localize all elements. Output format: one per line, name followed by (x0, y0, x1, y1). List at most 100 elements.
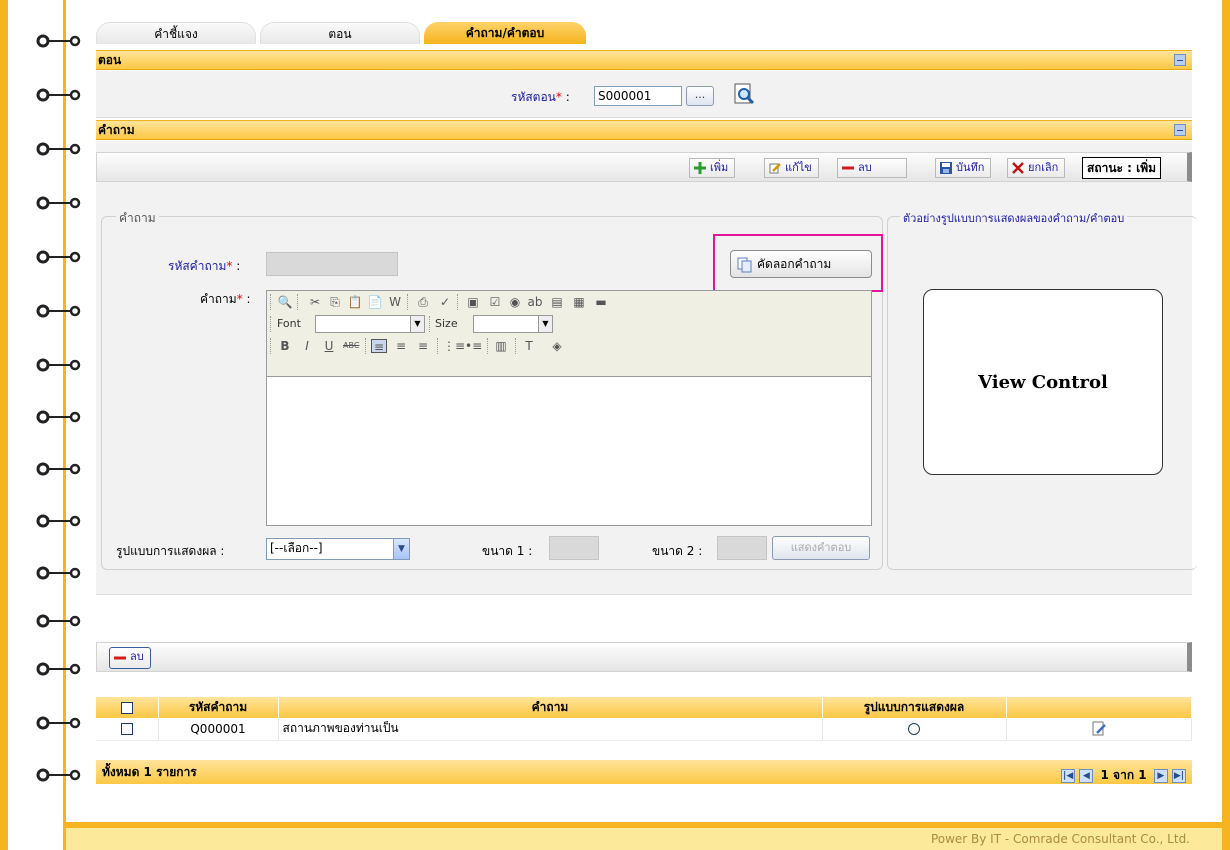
plus-icon (694, 162, 706, 174)
question-table: รหัสคำถาม คำถาม รูปแบบการแสดงผล Q000001 … (96, 697, 1192, 741)
binder-ring-icon (36, 250, 82, 264)
select-all-checkbox[interactable] (120, 702, 133, 714)
toolbar-separator (297, 294, 299, 310)
font-label: Font (277, 317, 301, 330)
form-icon[interactable]: ▣ (465, 295, 481, 309)
page-indicator: 1 จาก 1 (1100, 768, 1147, 782)
copy-icon[interactable]: ⎘ (327, 295, 343, 309)
collapse-icon[interactable] (1174, 124, 1186, 136)
strike-icon[interactable]: ABC (343, 339, 359, 353)
edit-button[interactable]: แก้ไข (764, 158, 819, 178)
preview-fieldset-legend: ตัวอย่างรูปแบบการแสดงผลของคำถาม/คำตอบ (900, 209, 1128, 227)
paste-icon[interactable]: 📋 (347, 295, 363, 309)
button-icon[interactable]: ▬ (593, 295, 609, 309)
editor-content-area[interactable] (267, 377, 871, 525)
paste-word-icon[interactable]: W (387, 295, 403, 309)
bold-icon[interactable]: B (277, 339, 293, 353)
copy-icon (737, 257, 752, 273)
align-left-icon[interactable]: ≡ (371, 339, 387, 354)
pencil-icon (769, 163, 781, 174)
delete-selected-button[interactable]: ลบ (109, 647, 151, 669)
bullet-list-icon[interactable]: •≡ (465, 339, 482, 353)
align-center-icon[interactable]: ≡ (393, 339, 409, 353)
binder-ring-icon (36, 768, 82, 782)
text-color-icon[interactable]: T (521, 339, 537, 353)
footer-credit: Power By IT - Comrade Consultant Co., Lt… (930, 832, 1190, 846)
preview-icon[interactable]: 🔍 (277, 295, 293, 309)
toolbar-separator (515, 338, 517, 354)
last-page-icon[interactable]: ▶| (1172, 768, 1186, 783)
toolbar-separator (437, 338, 439, 354)
table-header-row: รหัสคำถาม คำถาม รูปแบบการแสดงผล (96, 697, 1192, 718)
collapse-icon[interactable] (1174, 54, 1186, 66)
spellcheck-icon[interactable]: ✓ (437, 295, 453, 309)
textarea-icon[interactable]: ▤ (549, 295, 565, 309)
align-right-icon[interactable]: ≡ (415, 339, 431, 353)
tab-question-answer[interactable]: คำถาม/คำตอบ (424, 22, 586, 44)
cancel-button[interactable]: ยกเลิก (1007, 158, 1066, 178)
part-panel-header: ตอน (96, 50, 1192, 70)
total-count: ทั้งหมด 1 รายการ (102, 765, 197, 779)
paste-text-icon[interactable]: 📄 (367, 295, 383, 309)
table-row: Q000001 สถานภาพของท่านเป็น (96, 718, 1192, 741)
edit-icon[interactable] (1091, 721, 1107, 737)
toolbar-separator (270, 294, 272, 310)
col-display-format: รูปแบบการแสดงผล (822, 697, 1007, 718)
size1-input (549, 536, 599, 560)
size2-input (717, 536, 767, 560)
add-button[interactable]: เพิ่ม (689, 158, 736, 178)
prev-page-icon[interactable]: ◀ (1079, 768, 1094, 783)
toolbar-separator (487, 338, 489, 354)
binder-ring-icon (36, 196, 82, 210)
select-all-header (96, 697, 159, 718)
copy-question-button[interactable]: คัดลอกคำถาม (730, 250, 872, 278)
question-label: คำถาม* : (200, 292, 251, 306)
footer: Power By IT - Comrade Consultant Co., Lt… (66, 822, 1222, 850)
tab-part[interactable]: ตอน (260, 22, 420, 44)
table-footer: ทั้งหมด 1 รายการ |◀ ◀ 1 จาก 1 ▶ ▶| (96, 760, 1192, 784)
binder-ring-icon (36, 662, 82, 676)
checkbox-icon[interactable]: ☑ (487, 295, 503, 309)
radio-icon[interactable]: ◉ (507, 295, 523, 309)
delete-button[interactable]: ลบ (837, 158, 907, 178)
underline-icon[interactable]: U (321, 339, 337, 353)
italic-icon[interactable]: I (299, 339, 315, 353)
toolbar-separator (270, 338, 272, 354)
toolbar-separator (407, 294, 409, 310)
tab-bar: คำชี้แจง ตอน คำถาม/คำตอบ (96, 22, 596, 44)
part-panel-title: ตอน (98, 53, 122, 67)
size-select[interactable]: ▼ (473, 315, 553, 333)
bg-color-icon[interactable]: ◈ (549, 339, 565, 353)
question-code-label: รหัสคำถาม* : (168, 259, 241, 273)
select-icon[interactable]: ▦ (571, 295, 587, 309)
editor-toolbar-row2: Font ▼ Size ▼ (267, 313, 871, 335)
print-icon[interactable]: ⎙ (415, 295, 431, 309)
binder-ring-icon (36, 34, 82, 48)
row-code: Q000001 (158, 718, 279, 741)
binder-ring-icon (36, 462, 82, 476)
next-page-icon[interactable]: ▶ (1153, 768, 1168, 783)
row-checkbox[interactable] (120, 723, 133, 736)
minus-icon (114, 656, 126, 660)
table-icon[interactable]: ▥ (493, 339, 509, 353)
display-format-select[interactable]: [--เลือก--] ▼ (266, 538, 410, 560)
tab-instructions[interactable]: คำชี้แจง (96, 22, 256, 44)
question-panel-title: คำถาม (98, 123, 135, 137)
first-page-icon[interactable]: |◀ (1061, 768, 1076, 783)
search-preview-icon[interactable] (732, 82, 756, 106)
browse-button[interactable]: ... (686, 86, 714, 106)
binder-ring-icon (36, 514, 82, 528)
save-button[interactable]: บันทึก (935, 158, 992, 178)
binder-ring-icon (36, 410, 82, 424)
cut-icon[interactable]: ✂ (307, 295, 323, 309)
view-control-preview: View Control (923, 289, 1163, 475)
toolbar-separator (365, 338, 367, 354)
ordered-list-icon[interactable]: ⋮≡ (443, 339, 465, 353)
question-editor[interactable]: 🔍 ✂ ⎘ 📋 📄 W ⎙ ✓ ▣ ☑ ◉ ab ▤ ▦ ▬ Font ▼ Size ▼ B I U ABC ≡ ≡ ≡… (266, 290, 872, 526)
radio-icon (908, 723, 920, 736)
show-answer-button[interactable]: แสดงคำตอบ (772, 536, 870, 560)
part-code-input[interactable]: S000001 (594, 86, 682, 106)
col-question-code: รหัสคำถาม (158, 697, 279, 718)
textfield-icon[interactable]: ab (527, 295, 543, 309)
font-select[interactable]: ▼ (315, 315, 425, 333)
